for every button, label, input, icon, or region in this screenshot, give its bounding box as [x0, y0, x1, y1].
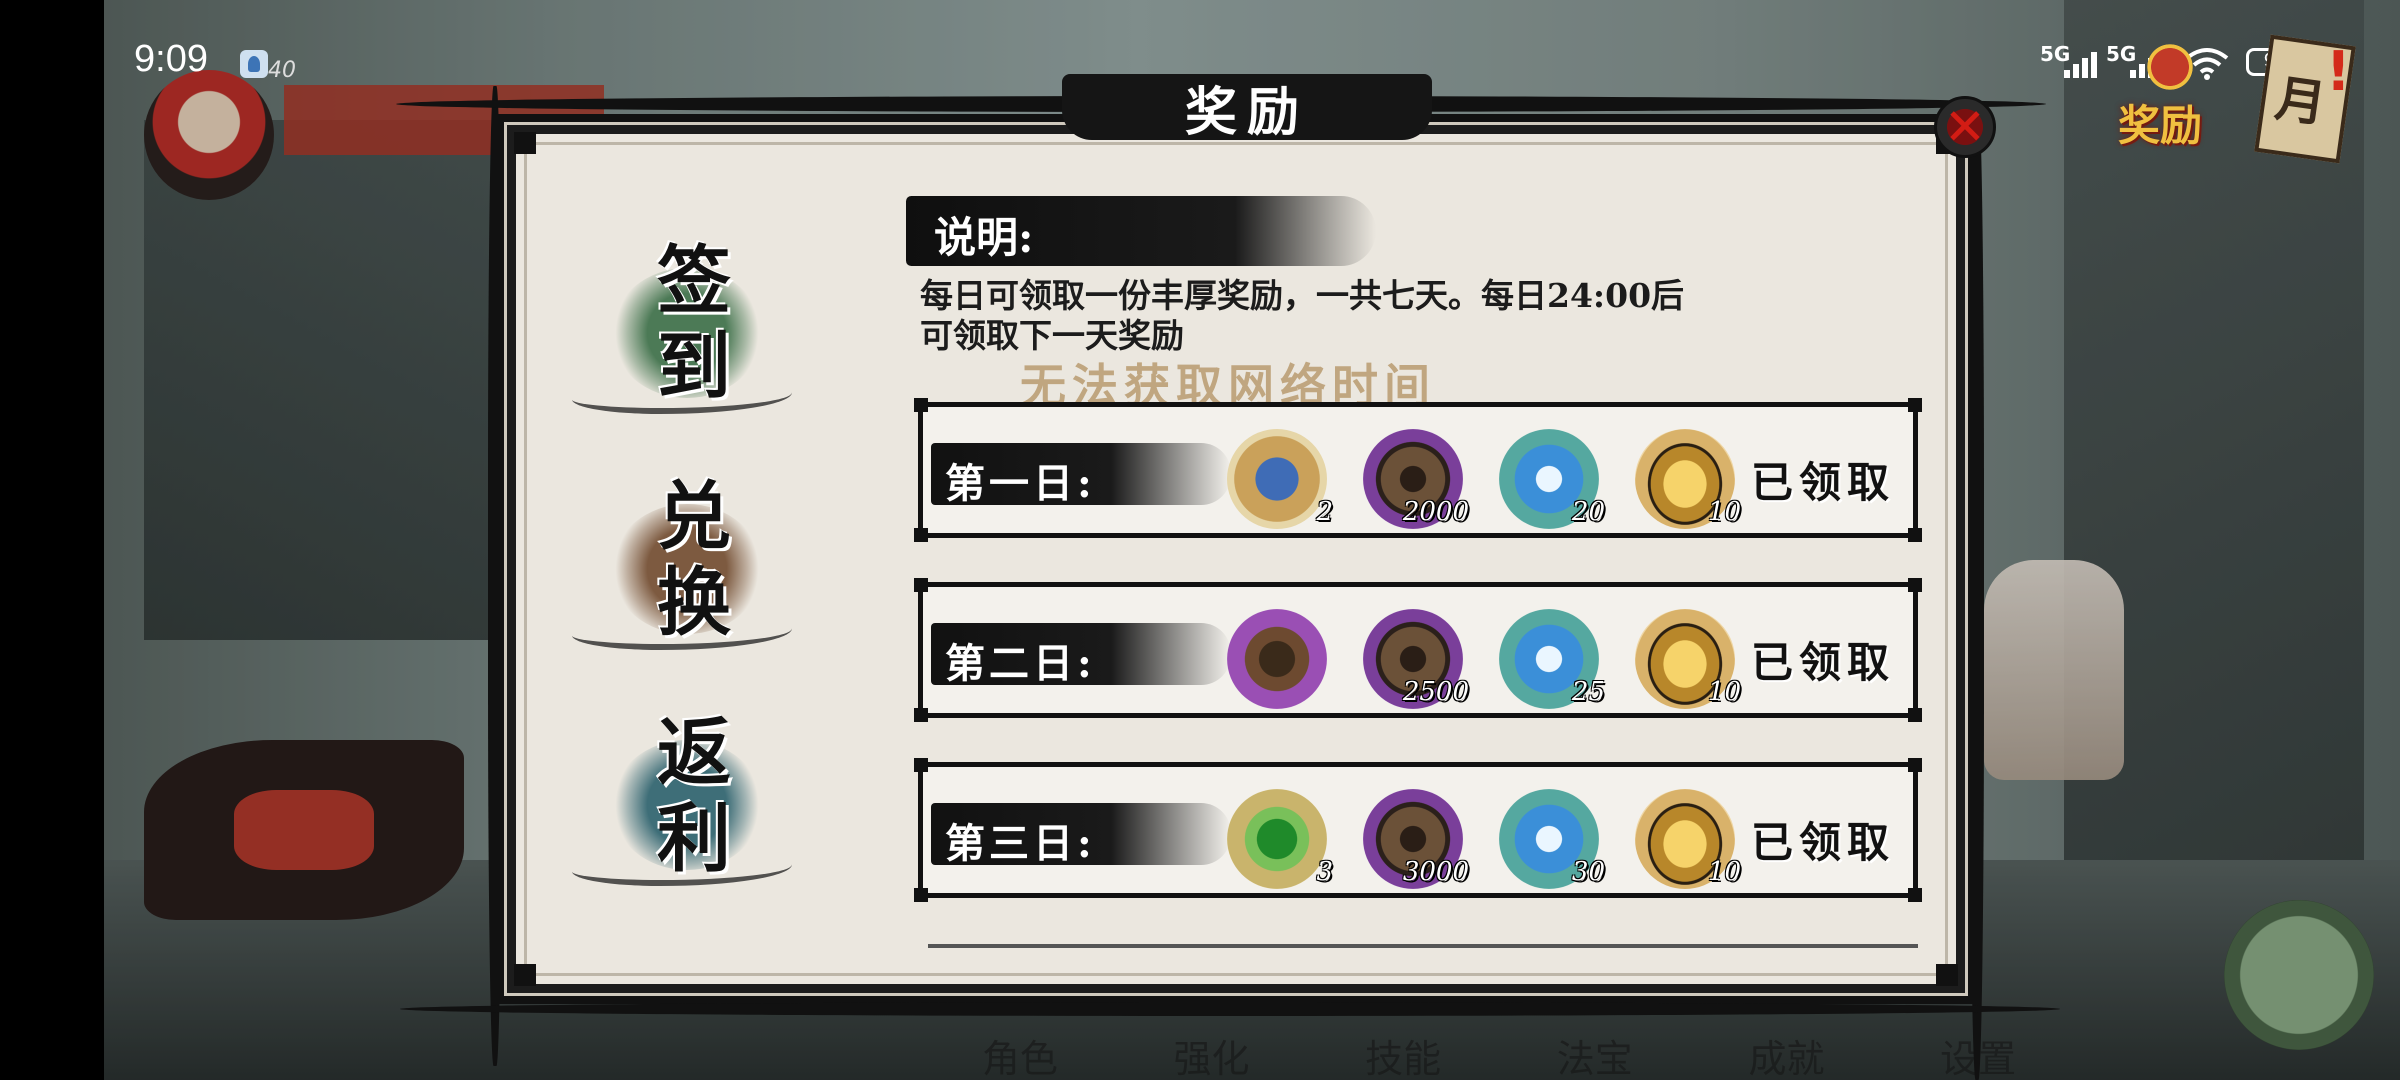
row-pin: [914, 708, 928, 722]
tab-rebate[interactable]: 返 利: [572, 710, 830, 910]
row-pin: [1908, 708, 1922, 722]
item-qty: 2: [1316, 497, 1333, 527]
tab-char: 利: [657, 796, 731, 882]
explain-header-label: 说明:: [934, 213, 1034, 262]
dialog-title-plate: 奖励: [1062, 74, 1432, 143]
status-small-text: 40: [268, 58, 296, 83]
gold-ingot-icon[interactable]: 10: [1635, 429, 1741, 529]
row-pin: [914, 888, 928, 902]
claimed-status: 已领取: [1751, 818, 1896, 867]
dialog-corner: [514, 132, 536, 154]
row-pin: [914, 528, 928, 542]
item-qty: 10: [1707, 497, 1741, 527]
dialog-frame-bottom: [400, 1002, 2060, 1016]
book-label: 月: [2271, 68, 2330, 134]
row-pin: [914, 398, 928, 412]
blue-flame-icon[interactable]: 20: [1499, 429, 1605, 529]
dialog-corner: [514, 964, 536, 986]
gold-ingot-icon[interactable]: 10: [1635, 609, 1741, 709]
tab-char: 签: [657, 238, 731, 324]
notification-app-icon: [240, 50, 268, 78]
item-qty: 30: [1571, 857, 1605, 887]
signal-bars-1-icon: [2064, 48, 2106, 78]
blue-flame-icon[interactable]: 30: [1499, 789, 1605, 889]
row-pin: [1908, 398, 1922, 412]
item-qty: 25: [1571, 677, 1605, 707]
tab-rebate-label: 返 利: [644, 710, 744, 882]
day-label: 第一日:: [931, 443, 1231, 507]
item-qty: 3: [1316, 857, 1333, 887]
list-divider: [928, 944, 1918, 948]
day-label-text: 第一日:: [945, 460, 1096, 507]
tab-exchange-label: 兑 换: [644, 474, 744, 646]
dialog-title: 奖励: [1184, 81, 1309, 143]
day-label-text: 第二日:: [945, 640, 1096, 687]
tab-char: 返: [657, 710, 731, 796]
row-pin: [914, 578, 928, 592]
day-row: 第三日: 3 3000 30 10 已领取: [914, 758, 1922, 902]
tab-char: 换: [657, 560, 731, 646]
claimed-status: 已领取: [1751, 458, 1896, 507]
status-time: 9:09: [134, 38, 208, 80]
coin-icon[interactable]: 2500: [1363, 609, 1469, 709]
coin-icon[interactable]: 3000: [1363, 789, 1469, 889]
reward-button[interactable]: 奖励: [2118, 42, 2202, 153]
item-qty: 10: [1707, 857, 1741, 887]
dialog-corner: [1936, 964, 1958, 986]
item-qty: 20: [1571, 497, 1605, 527]
tab-sign-in-label: 签 到: [644, 238, 744, 410]
row-pin: [1908, 758, 1922, 772]
close-button[interactable]: ✕: [1934, 96, 1996, 158]
gourd-icon[interactable]: 2: [1227, 429, 1333, 529]
explain-text: 每日可领取一份丰厚奖励，一共七天。每日24:00后 可领取下一天奖励: [920, 276, 1860, 356]
day-row: 第一日: 2 2000 20 10 已领取: [914, 398, 1922, 542]
gold-ingot-icon[interactable]: 10: [1635, 789, 1741, 889]
explain-line-1: 每日可领取一份丰厚奖励，一共七天。每日24:00后: [920, 276, 1685, 315]
row-pin: [1908, 578, 1922, 592]
row-pin: [914, 758, 928, 772]
claimed-status: 已领取: [1751, 638, 1896, 687]
tab-exchange[interactable]: 兑 换: [572, 474, 830, 674]
day-row: 第二日: 2500 25 10 已领取: [914, 578, 1922, 722]
alert-mark-icon: !: [2326, 40, 2351, 103]
day-label: 第三日:: [931, 803, 1231, 867]
bird-icon[interactable]: [1227, 609, 1327, 709]
green-orb-icon[interactable]: 3: [1227, 789, 1333, 889]
tab-char: 到: [657, 324, 731, 410]
row-pin: [1908, 888, 1922, 902]
coin-icon[interactable]: 2000: [1363, 429, 1469, 529]
item-qty: 3000: [1402, 857, 1469, 887]
item-qty: 10: [1707, 677, 1741, 707]
item-qty: 2500: [1402, 677, 1469, 707]
item-qty: 2000: [1402, 497, 1469, 527]
day-label: 第二日:: [931, 623, 1231, 687]
tab-sign-in[interactable]: 签 到: [572, 238, 830, 438]
blue-flame-icon[interactable]: 25: [1499, 609, 1605, 709]
row-pin: [1908, 528, 1922, 542]
day-label-text: 第三日:: [945, 820, 1096, 867]
tab-char: 兑: [657, 474, 731, 560]
close-icon: ✕: [1944, 98, 1986, 156]
explain-header: 说明:: [906, 196, 1376, 266]
